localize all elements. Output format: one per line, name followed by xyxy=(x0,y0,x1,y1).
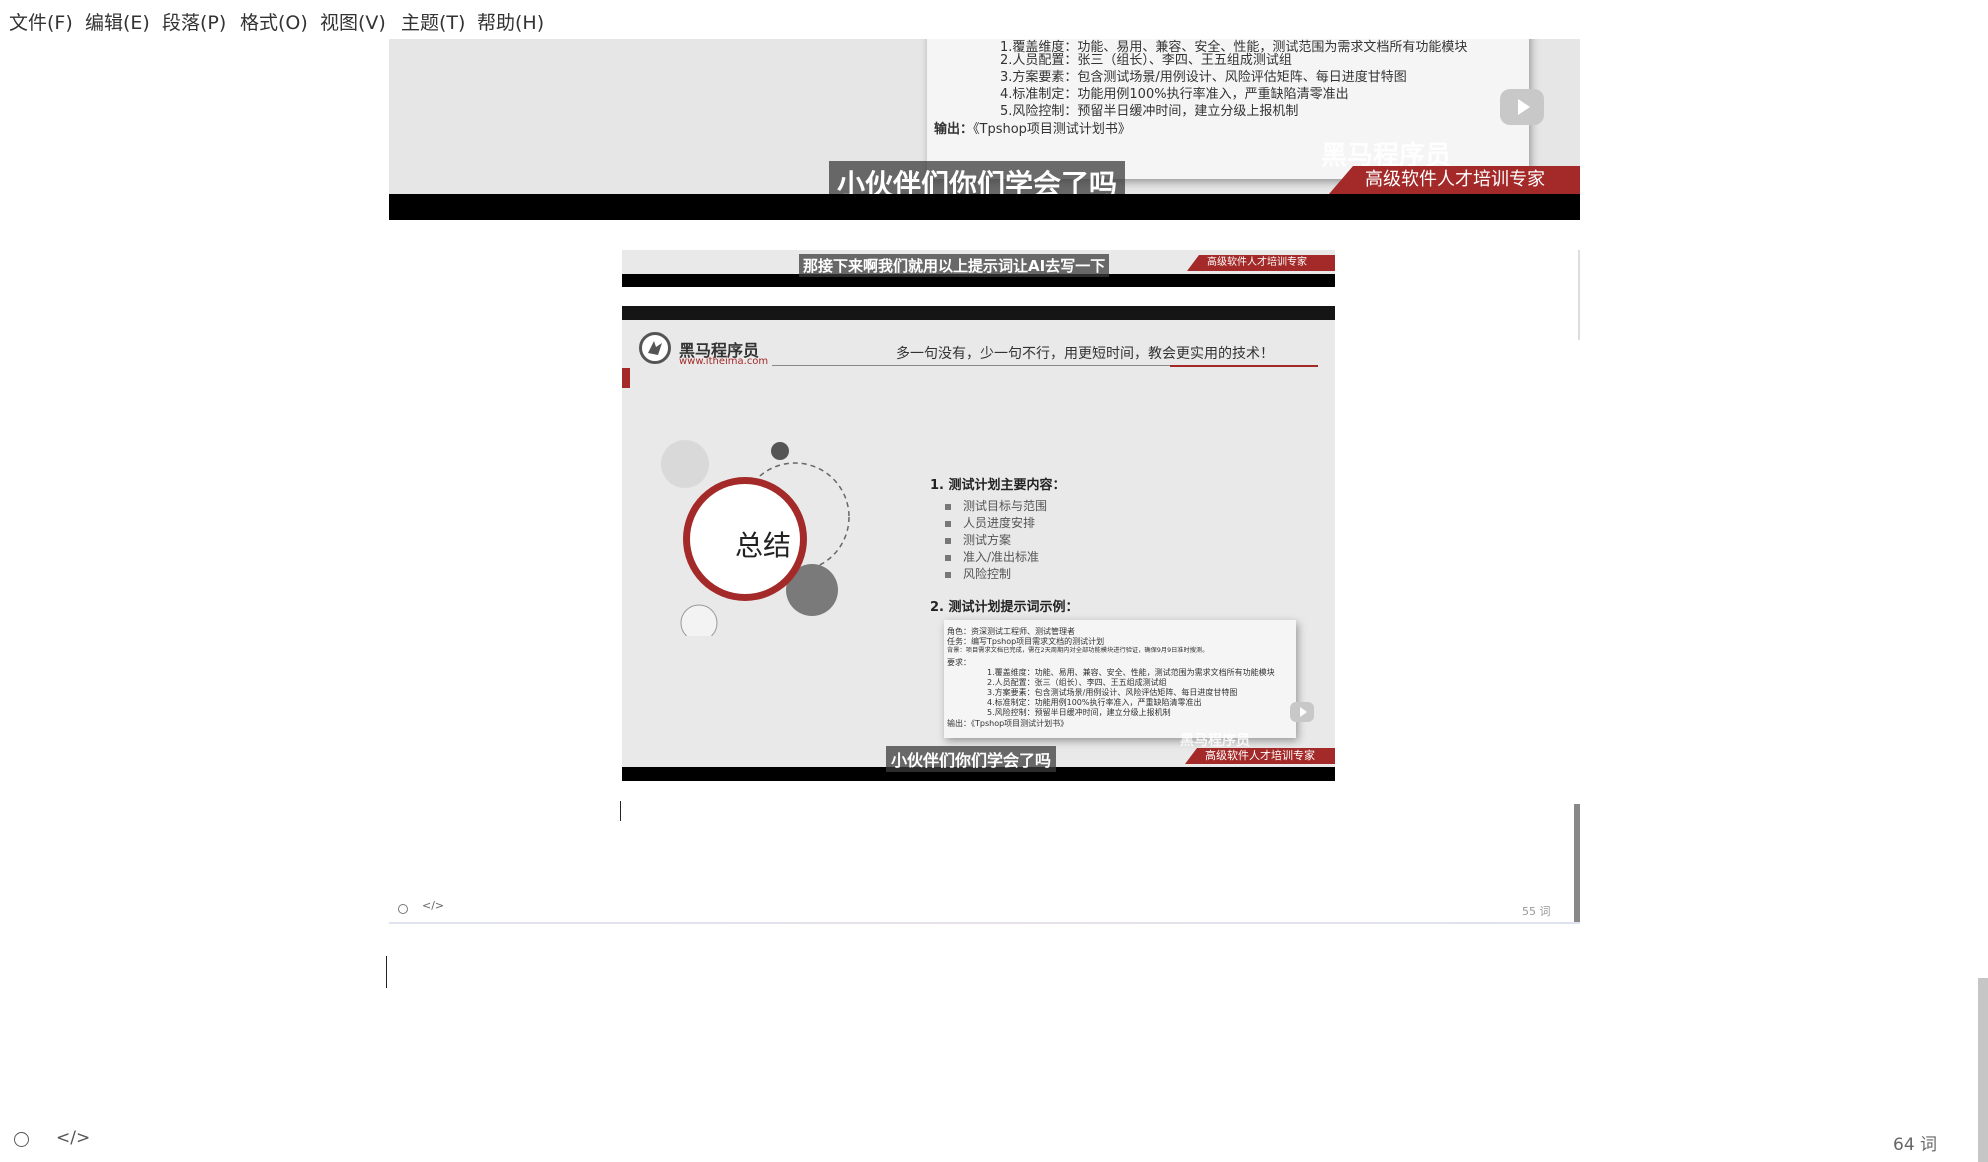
inner-editor-footer xyxy=(389,922,1580,924)
watermark: 黑马程序员 xyxy=(1180,733,1250,749)
embedded-screenshot-3: 黑马程序员 www.itheima.com 多一句没有，少一句不行，用更短时间，… xyxy=(622,306,1335,781)
section1-title: 1. 测试计划主要内容： xyxy=(930,478,1066,493)
brand-banner: 高级软件人才培训专家 xyxy=(1197,748,1335,764)
menu-file[interactable]: 文件(F) xyxy=(9,8,73,35)
bullet-item: 人员进度安排 xyxy=(945,514,1035,531)
inner-word-count: 55 词 xyxy=(1522,905,1551,918)
summary-title: 总结 xyxy=(735,529,792,562)
inner-source-code-icon[interactable]: </> xyxy=(422,899,444,912)
section2-title: 2. 测试计划提示词示例： xyxy=(930,600,1079,615)
menu-help[interactable]: 帮助(H) xyxy=(477,8,544,35)
prompt-line-5: 5.风险控制：预留半日缓冲时间，建立分级上报机制 xyxy=(987,708,1171,717)
slogan-underline-red xyxy=(1170,365,1318,367)
video-subtitle: 小伙伴们你们学会了吗 xyxy=(886,746,1057,772)
word-count: 64 词 xyxy=(1893,1135,1938,1155)
inner-text-caret xyxy=(620,801,621,821)
menu-theme[interactable]: 主题(T) xyxy=(401,8,465,35)
text-caret xyxy=(386,956,387,988)
bullet-item: 测试方案 xyxy=(945,531,1011,548)
brand-banner: 高级软件人才培训专家 xyxy=(1353,166,1580,194)
source-code-icon[interactable]: </> xyxy=(56,1128,90,1148)
prompt-require: 要求： xyxy=(947,658,971,667)
embedded-screenshot-1: 1.覆盖维度：功能、易用、兼容、安全、性能，测试范围为需求文档所有功能模块 2.… xyxy=(389,39,1580,220)
prompt-line-5: 5.风险控制：预留半日缓冲时间，建立分级上报机制 xyxy=(1000,104,1299,119)
video-subtitle: 那接下来啊我们就用以上提示词让AI去写一下 xyxy=(799,254,1110,277)
bullet-item: 准入/准出标准 xyxy=(945,548,1039,565)
banner-wedge xyxy=(1187,255,1199,271)
menu-bar: 文件(F) 编辑(E) 段落(P) 格式(O) 视图(V) 主题(T) 帮助(H… xyxy=(0,0,1988,40)
inner-outline-circle-icon[interactable] xyxy=(398,904,408,914)
prompt-background: 背景：项目需求文档已完成，需在2天周期内对全部功能模块进行验证，确保9月9日准时… xyxy=(947,646,1209,654)
outline-circle-icon[interactable] xyxy=(14,1132,29,1147)
prompt-output: 输出：《Tpshop项目测试计划书》 xyxy=(947,719,1069,728)
play-icon xyxy=(1290,702,1314,722)
editor-scrollbar[interactable] xyxy=(1978,978,1988,1162)
inner-editor-right-border xyxy=(1578,250,1580,340)
banner-wedge xyxy=(1185,748,1197,764)
menu-paragraph[interactable]: 段落(P) xyxy=(162,8,226,35)
banner-wedge xyxy=(1329,166,1353,194)
embedded-screenshot-2: 那接下来啊我们就用以上提示词让AI去写一下 高级软件人才培训专家 xyxy=(622,250,1335,287)
logo-url: www.itheima.com xyxy=(679,356,769,367)
menu-format[interactable]: 格式(O) xyxy=(240,8,308,35)
inner-editor-scrollbar[interactable] xyxy=(1574,804,1580,922)
slide-slogan: 多一句没有，少一句不行，用更短时间，教会更实用的技术！ xyxy=(896,346,1274,362)
video-bottom-bar xyxy=(389,194,1580,220)
brand-banner: 高级软件人才培训专家 xyxy=(1199,255,1335,271)
prompt-output: 输出：《Tpshop项目测试计划书》 xyxy=(934,122,1131,137)
menu-edit[interactable]: 编辑(E) xyxy=(85,8,150,35)
play-icon xyxy=(1500,89,1544,125)
slide-red-accent xyxy=(622,368,630,388)
bullet-item: 风险控制 xyxy=(945,565,1011,582)
menu-view[interactable]: 视图(V) xyxy=(320,8,386,35)
logo-icon xyxy=(639,332,671,364)
bullet-item: 测试目标与范围 xyxy=(945,497,1047,514)
